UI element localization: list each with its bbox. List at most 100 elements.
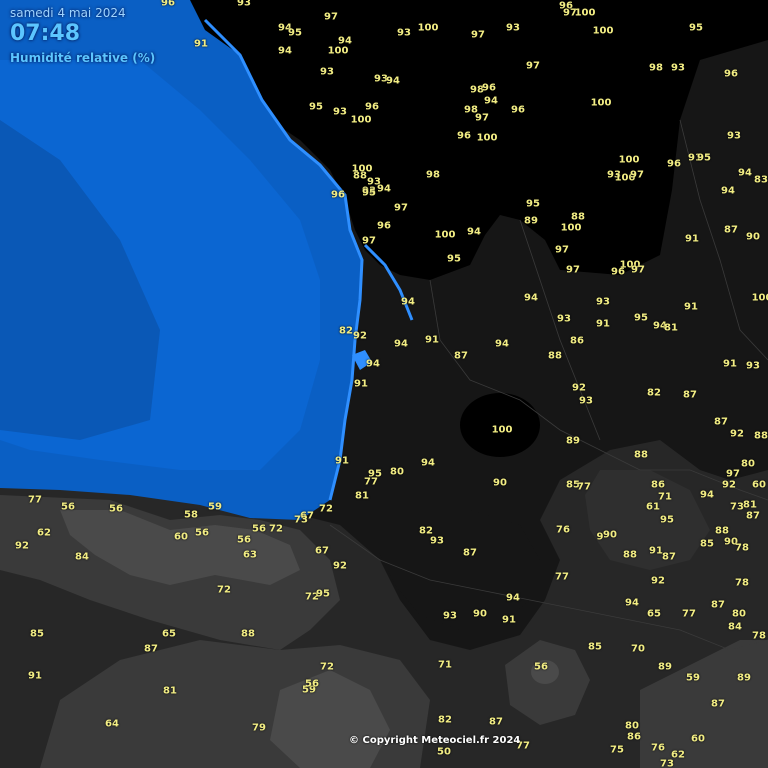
station-value: 93 <box>237 0 251 9</box>
station-value: 89 <box>524 215 538 227</box>
station-value: 79 <box>252 722 266 734</box>
station-value: 100 <box>434 229 456 241</box>
station-value: 94 <box>366 358 380 370</box>
station-value: 92 <box>722 479 736 491</box>
station-value: 92 <box>353 330 367 342</box>
station-value: 91 <box>649 545 663 557</box>
station-value: 73 <box>660 758 674 768</box>
station-value: 87 <box>144 643 158 655</box>
station-value: 71 <box>438 659 452 671</box>
station-value: 97 <box>726 468 740 480</box>
station-value: 94 <box>738 167 752 179</box>
station-value: 78 <box>752 630 766 642</box>
station-value: 94 <box>625 597 639 609</box>
station-value: 77 <box>555 571 569 583</box>
station-value: 100 <box>350 114 372 126</box>
station-value: 56 <box>61 501 75 513</box>
station-value: 87 <box>746 510 760 522</box>
station-value: 92 <box>15 540 29 552</box>
forecast-time: 07:48 <box>10 21 81 46</box>
station-value: 93 <box>746 360 760 372</box>
station-value: 94 <box>700 489 714 501</box>
station-value: 93 <box>596 296 610 308</box>
station-value: 92 <box>651 575 665 587</box>
station-value: 93 <box>320 66 334 78</box>
station-value: 88 <box>571 211 585 223</box>
station-value: 73 <box>294 514 308 526</box>
station-value: 93 <box>333 106 347 118</box>
station-value: 100 <box>592 25 614 37</box>
station-value: 93 <box>506 22 520 34</box>
station-value: 90 <box>473 608 487 620</box>
station-value: 58 <box>184 509 198 521</box>
station-value: 95 <box>697 152 711 164</box>
station-value: 93 <box>443 610 457 622</box>
station-value: 88 <box>715 525 729 537</box>
station-value: 96 <box>161 0 175 9</box>
station-value: 93 <box>579 395 593 407</box>
station-value: 82 <box>339 325 353 337</box>
station-value: 95 <box>634 312 648 324</box>
variable-title: Humidité relative (%) <box>10 51 156 65</box>
station-value: 92 <box>333 560 347 572</box>
station-value: 97 <box>526 60 540 72</box>
station-value: 88 <box>241 628 255 640</box>
station-value: 65 <box>647 608 661 620</box>
station-value: 94 <box>401 296 415 308</box>
station-value: 85 <box>700 538 714 550</box>
station-value: 89 <box>566 435 580 447</box>
station-value: 95 <box>316 588 330 600</box>
station-value: 91 <box>684 301 698 313</box>
station-value: 93 <box>557 313 571 325</box>
station-value: 87 <box>711 698 725 710</box>
station-value: 93 <box>397 27 411 39</box>
station-value: 91 <box>502 614 516 626</box>
station-value: 72 <box>320 661 334 673</box>
station-value: 90 <box>746 231 760 243</box>
station-value: 100 <box>491 424 513 436</box>
station-value: 70 <box>631 643 645 655</box>
station-value: 94 <box>484 95 498 107</box>
station-value: 77 <box>682 608 696 620</box>
station-value: 91 <box>194 38 208 50</box>
station-value: 77 <box>577 481 591 493</box>
station-value: 95 <box>309 101 323 113</box>
station-value: 90 <box>493 477 507 489</box>
station-value: 88 <box>623 549 637 561</box>
station-value: 63 <box>243 549 257 561</box>
station-value: 96 <box>667 158 681 170</box>
station-value: 94 <box>278 45 292 57</box>
station-value: 97 <box>630 169 644 181</box>
station-value: 100 <box>351 163 373 175</box>
station-value: 73 <box>730 501 744 513</box>
forecast-date: samedi 4 mai 2024 <box>10 6 126 20</box>
station-value: 75 <box>610 744 624 756</box>
station-value: 100 <box>417 22 439 34</box>
map-canvas <box>0 0 768 768</box>
station-value: 95 <box>288 27 302 39</box>
station-value: 85 <box>588 641 602 653</box>
station-value: 81 <box>355 490 369 502</box>
station-value: 56 <box>305 678 319 690</box>
station-value: 100 <box>751 292 768 304</box>
station-value: 78 <box>735 542 749 554</box>
station-value: 100 <box>618 154 640 166</box>
station-value: 59 <box>686 672 700 684</box>
station-value: 86 <box>627 731 641 743</box>
station-value: 81 <box>743 499 757 511</box>
station-value: 87 <box>489 716 503 728</box>
station-value: 100 <box>327 45 349 57</box>
station-value: 91 <box>28 670 42 682</box>
station-value: 77 <box>364 476 378 488</box>
station-value: 91 <box>596 318 610 330</box>
station-value: 97 <box>555 244 569 256</box>
station-value: 60 <box>752 479 766 491</box>
station-value: 84 <box>728 621 742 633</box>
station-value: 94 <box>386 75 400 87</box>
station-value: 94 <box>721 185 735 197</box>
station-value: 56 <box>109 503 123 515</box>
station-value: 78 <box>735 577 749 589</box>
station-value: 100 <box>574 7 596 19</box>
station-value: 94 <box>524 292 538 304</box>
station-value: 90 <box>603 529 617 541</box>
